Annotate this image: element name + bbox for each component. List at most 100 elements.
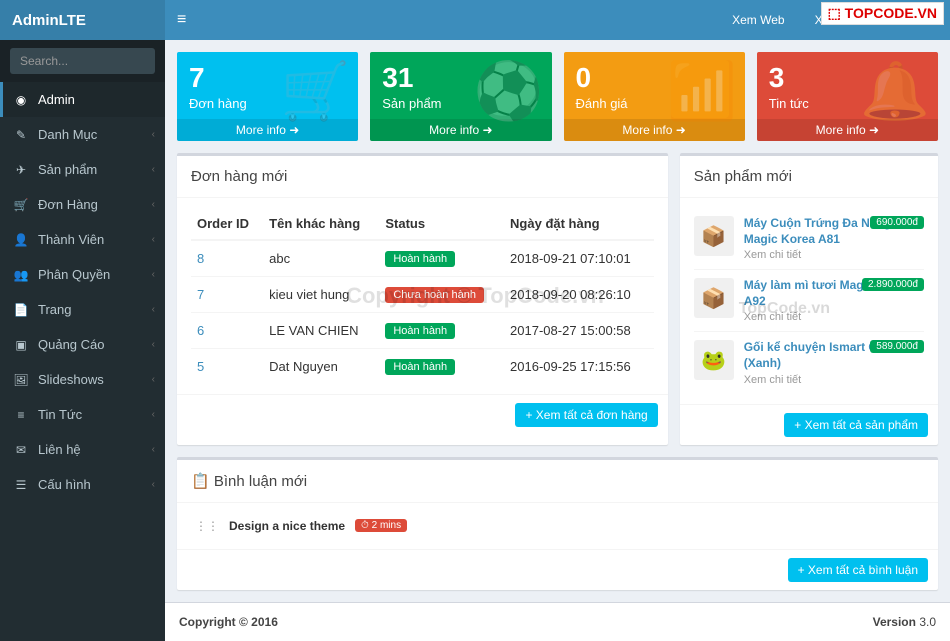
product-image: 📦 xyxy=(694,278,734,318)
nav-icon: ✎ xyxy=(12,128,30,142)
order-id-link[interactable]: 8 xyxy=(197,251,204,266)
sidebar-item-3[interactable]: 🛒Đơn Hàng‹ xyxy=(0,187,165,222)
view-all-comments-button[interactable]: + Xem tất cả bình luận xyxy=(788,558,928,582)
stat-box-3: 3Tin tức🔔More info ➜ xyxy=(757,52,938,141)
sidebar-item-9[interactable]: ≡ Tin Tức ‹ xyxy=(0,397,165,432)
sidebar: AdminLTE ◉Admin✎Danh Mục‹✈Sản phẩm‹🛒Đơn … xyxy=(0,0,165,641)
order-id-link[interactable]: 6 xyxy=(197,323,204,338)
comment-text: Design a nice theme xyxy=(229,519,345,533)
th-name: Tên khác hàng xyxy=(263,208,379,240)
view-all-products-button[interactable]: + Xem tất cả sản phẩm xyxy=(784,413,928,437)
nav-icon: 👥 xyxy=(12,268,30,282)
product-image: 🐸 xyxy=(694,340,734,380)
table-row: 7kieu viet hungChưa hoàn hành2018-09-20 … xyxy=(191,277,654,313)
sidebar-item-1[interactable]: ✎ Danh Mục ‹ xyxy=(0,117,165,152)
nav-label: Danh Mục xyxy=(38,127,97,142)
price-badge: 589.000đ xyxy=(870,340,924,353)
nav-icon: ☰ xyxy=(12,478,30,492)
nav-label: Tin Tức xyxy=(38,407,82,422)
order-date: 2018-09-20 08:26:10 xyxy=(504,277,654,313)
list-item: 📦Máy Cuộn Trứng Đa Năng Magic Korea A81X… xyxy=(694,208,924,270)
brand-logo[interactable]: AdminLTE xyxy=(0,0,165,40)
sidebar-item-4[interactable]: 👤 Thành Viên ‹ xyxy=(0,222,165,257)
list-item: 📦Máy làm mì tươi Magic Korea A92Xem chi … xyxy=(694,270,924,332)
sidebar-item-10[interactable]: ✉Liên hệ‹ xyxy=(0,432,165,467)
sidebar-item-6[interactable]: 📄Trang‹ xyxy=(0,292,165,327)
table-row: 5Dat NguyenHoàn hành2016-09-25 17:15:56 xyxy=(191,349,654,385)
stat-icon: ⚽ xyxy=(474,58,544,124)
customer-name: LE VAN CHIEN xyxy=(263,313,379,349)
customer-name: kieu viet hung xyxy=(263,277,379,313)
order-id-link[interactable]: 5 xyxy=(197,359,204,374)
drag-icon[interactable]: ⋮⋮ xyxy=(195,519,219,533)
stat-icon: 📶 xyxy=(667,58,737,124)
nav-icon: ✈ xyxy=(12,163,30,177)
search-input[interactable] xyxy=(10,48,155,74)
chevron-left-icon: ‹ xyxy=(152,409,155,420)
nav-icon: 🖼 xyxy=(12,373,30,387)
product-detail-link[interactable]: Xem chi tiết xyxy=(744,249,924,261)
chevron-left-icon: ‹ xyxy=(152,164,155,175)
list-item: 🐸Gối kể chuyện Ismart G15 (Xanh)Xem chi … xyxy=(694,332,924,393)
stat-icon: 🔔 xyxy=(860,58,930,124)
sidebar-item-0[interactable]: ◉Admin xyxy=(0,82,165,117)
sidebar-item-5[interactable]: 👥 Phân Quyền ‹ xyxy=(0,257,165,292)
sidebar-item-11[interactable]: ☰ Cấu hình ‹ xyxy=(0,467,165,502)
nav-label: Thành Viên xyxy=(38,232,104,247)
copyright-text: Copyright © 2016 xyxy=(179,615,278,629)
chevron-left-icon: ‹ xyxy=(152,269,155,280)
menu-toggle-icon[interactable]: ≡ xyxy=(177,11,186,29)
chevron-left-icon: ‹ xyxy=(152,129,155,140)
stat-icon: 🛒 xyxy=(281,58,351,124)
nav-icon: ≡ xyxy=(12,408,30,422)
customer-name: Dat Nguyen xyxy=(263,349,379,385)
product-detail-link[interactable]: Xem chi tiết xyxy=(744,311,924,323)
order-id-link[interactable]: 7 xyxy=(197,287,204,302)
nav-label: Phân Quyền xyxy=(38,267,110,282)
list-icon: 📋 xyxy=(191,473,210,490)
product-detail-link[interactable]: Xem chi tiết xyxy=(744,374,924,386)
nav-label: Admin xyxy=(38,92,75,107)
time-badge: ⏱ 2 mins xyxy=(355,519,407,532)
nav-label: Cấu hình xyxy=(38,477,91,492)
customer-name: abc xyxy=(263,240,379,277)
stat-boxes-row: 7Đơn hàng🛒More info ➜31Sản phẩm⚽More inf… xyxy=(177,52,938,141)
chevron-left-icon: ‹ xyxy=(152,304,155,315)
nav-label: Đơn Hàng xyxy=(38,197,98,212)
nav-label: Quảng Cáo xyxy=(38,337,105,352)
stat-box-1: 31Sản phẩm⚽More info ➜ xyxy=(370,52,551,141)
chevron-left-icon: ‹ xyxy=(152,374,155,385)
chevron-left-icon: ‹ xyxy=(152,199,155,210)
sidebar-item-2[interactable]: ✈Sản phẩm‹ xyxy=(0,152,165,187)
products-panel: Sản phẩm mới 📦Máy Cuộn Trứng Đa Năng Mag… xyxy=(680,153,938,445)
status-badge: Hoàn hành xyxy=(385,323,455,339)
chevron-left-icon: ‹ xyxy=(152,339,155,350)
products-title: Sản phẩm mới xyxy=(680,156,938,198)
status-badge: Hoàn hành xyxy=(385,251,455,267)
chevron-left-icon: ‹ xyxy=(152,479,155,490)
sidebar-item-8[interactable]: 🖼Slideshows‹ xyxy=(0,362,165,397)
page-footer: Copyright © 2016 Version 3.0 xyxy=(165,602,950,641)
stat-box-2: 0Đánh giá📶More info ➜ xyxy=(564,52,745,141)
sidebar-nav: ◉Admin✎Danh Mục‹✈Sản phẩm‹🛒Đơn Hàng‹👤Thà… xyxy=(0,82,165,502)
nav-label: Liên hệ xyxy=(38,442,81,457)
view-website-link[interactable]: Xem Web xyxy=(732,13,784,27)
orders-table: Order ID Tên khác hàng Status Ngày đặt h… xyxy=(191,208,654,384)
sidebar-item-7[interactable]: ▣Quảng Cáo‹ xyxy=(0,327,165,362)
price-badge: 690.000đ xyxy=(870,216,924,229)
th-id: Order ID xyxy=(191,208,263,240)
nav-icon: 👤 xyxy=(12,233,30,247)
table-row: 6LE VAN CHIENHoàn hành2017-08-27 15:00:5… xyxy=(191,313,654,349)
th-status: Status xyxy=(379,208,504,240)
search-container xyxy=(0,40,165,82)
price-badge: 2.890.000đ xyxy=(862,278,924,291)
orders-title: Đơn hàng mới xyxy=(177,156,668,198)
view-all-orders-button[interactable]: + Xem tất cả đơn hàng xyxy=(515,403,657,427)
list-item: ⋮⋮ Design a nice theme ⏱ 2 mins xyxy=(191,513,924,539)
th-date: Ngày đặt hàng xyxy=(504,208,654,240)
chevron-left-icon: ‹ xyxy=(152,444,155,455)
status-badge: Hoàn hành xyxy=(385,359,455,375)
nav-icon: 📄 xyxy=(12,303,30,317)
version-label: Version xyxy=(873,615,916,629)
chevron-left-icon: ‹ xyxy=(152,234,155,245)
